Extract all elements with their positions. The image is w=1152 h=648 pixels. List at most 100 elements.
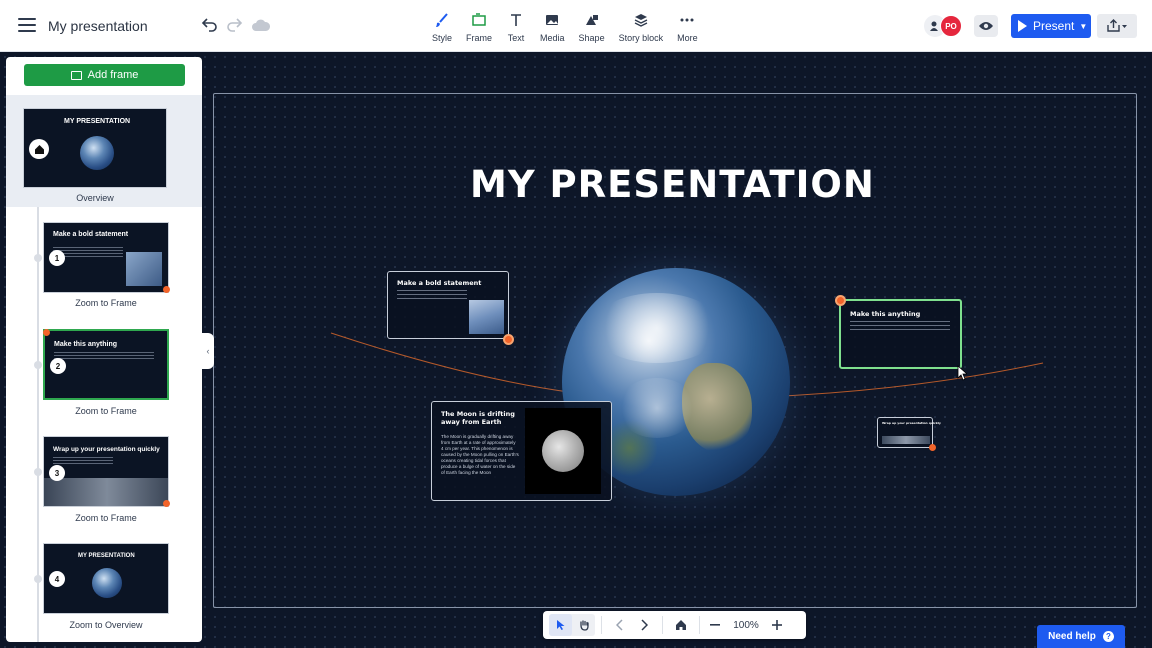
tool-style[interactable]: Style — [432, 10, 452, 43]
card-image — [469, 300, 504, 334]
help-label: Need help — [1048, 631, 1096, 642]
frame-card-moon[interactable]: The Moon is drifting away from Earth The… — [431, 401, 612, 501]
tool-label: Story block — [618, 33, 664, 43]
hand-pan-icon[interactable] — [572, 614, 595, 636]
eye-icon — [979, 22, 993, 30]
main-title[interactable]: MY PRESENTATION — [470, 163, 875, 206]
top-bar: My presentation Style Frame Text Media S… — [0, 0, 1152, 52]
card-title: The Moon is drifting away from Earth — [441, 410, 515, 426]
timeline-dot — [34, 254, 42, 262]
present-button[interactable]: Present ▼ — [1011, 14, 1091, 38]
add-frame-button[interactable]: Add frame — [24, 64, 185, 86]
card-body-text — [397, 290, 467, 300]
play-icon — [1018, 20, 1027, 32]
tool-story-block[interactable]: Story block — [618, 10, 664, 43]
tool-more[interactable]: More — [677, 10, 698, 43]
card-body-text: The Moon is gradually drifting away from… — [441, 434, 519, 475]
zoom-out-icon[interactable] — [706, 611, 724, 639]
overview-label: Overview — [76, 193, 114, 203]
insert-toolbar: Style Frame Text Media Shape Story block… — [432, 10, 712, 43]
overview-item[interactable]: MY PRESENTATION Overview — [6, 95, 202, 207]
zoom-level[interactable]: 100% — [724, 620, 768, 631]
frame-thumbnail-2[interactable]: Make this anything 2 — [43, 329, 169, 400]
frame-number: 1 — [49, 250, 65, 266]
tool-text[interactable]: Text — [506, 10, 526, 43]
home-icon — [29, 139, 49, 159]
thumb-title: MY PRESENTATION — [64, 118, 131, 125]
thumb-title: Make this anything — [54, 341, 118, 348]
text-icon — [506, 10, 526, 30]
next-frame-chevron-icon[interactable] — [632, 611, 656, 639]
thumb-title: Wrap up your presentation quickly — [53, 446, 160, 453]
tool-label: Style — [432, 33, 453, 43]
frame-action-label[interactable]: Zoom to Frame — [41, 298, 171, 308]
mouse-cursor-icon — [957, 365, 967, 381]
hamburger-menu-icon[interactable] — [18, 18, 36, 32]
navigation-toolbar: 100% — [543, 611, 806, 639]
more-icon — [677, 10, 697, 30]
timeline-dot — [34, 361, 42, 369]
tool-label: Shape — [578, 33, 605, 43]
tool-label: Frame — [466, 33, 493, 43]
share-button[interactable] — [1097, 14, 1137, 38]
share-icon — [1107, 19, 1127, 32]
moon-image — [525, 408, 601, 494]
present-label: Present — [1033, 19, 1075, 33]
card-title: Make a bold statement — [397, 279, 482, 287]
path-point[interactable] — [929, 444, 936, 451]
tool-label: Media — [540, 33, 565, 43]
undo-icon[interactable] — [199, 15, 219, 35]
cloud-saved-icon — [252, 19, 271, 31]
preview-button[interactable] — [974, 15, 998, 37]
overview-thumbnail[interactable]: MY PRESENTATION — [23, 108, 167, 188]
question-icon: ? — [1102, 631, 1114, 642]
thumb-title: Make a bold statement — [53, 231, 129, 238]
tool-shape[interactable]: Shape — [579, 10, 605, 43]
previous-frame-chevron-icon[interactable] — [608, 611, 632, 639]
tool-label: Text — [507, 33, 525, 43]
avatar: PO — [940, 15, 962, 37]
shape-icon — [582, 10, 602, 30]
select-cursor-icon[interactable] — [549, 614, 572, 636]
card-title: Make this anything — [850, 310, 921, 318]
card-image — [882, 436, 930, 444]
timeline-dot — [34, 575, 42, 583]
frame-number: 4 — [49, 571, 65, 587]
layers-icon — [631, 10, 651, 30]
frame-thumbnail-4[interactable]: MY PRESENTATION 4 — [43, 543, 169, 614]
frame-number: 3 — [49, 465, 65, 481]
timeline-dot — [34, 468, 42, 476]
redo-icon[interactable] — [225, 15, 245, 35]
chevron-down-icon: ▼ — [1079, 21, 1088, 31]
path-point[interactable] — [835, 295, 846, 306]
frame-card-make-anything[interactable]: Make this anything — [839, 299, 962, 369]
collaborators[interactable]: PO — [924, 15, 962, 37]
pointer-mode-toggle — [549, 614, 595, 636]
need-help-button[interactable]: Need help ? — [1037, 625, 1125, 648]
frame-card-bold-statement[interactable]: Make a bold statement — [387, 271, 509, 339]
add-frame-label: Add frame — [87, 69, 139, 81]
card-body-text — [850, 321, 950, 330]
home-icon[interactable] — [669, 611, 693, 639]
frame-action-label[interactable]: Zoom to Frame — [41, 513, 171, 523]
collapse-panel-chevron-icon[interactable]: ‹ — [202, 333, 214, 369]
brush-icon — [432, 10, 452, 30]
frame-action-label[interactable]: Zoom to Frame — [41, 406, 171, 416]
frame-card-wrap-up[interactable]: Wrap up your presentation quickly — [877, 417, 941, 448]
frame-thumbnail-3[interactable]: Wrap up your presentation quickly 3 — [43, 436, 169, 507]
frame-thumbnail-1[interactable]: Make a bold statement 1 — [43, 222, 169, 293]
frame-icon — [70, 70, 82, 80]
path-point[interactable] — [503, 334, 514, 345]
tool-frame[interactable]: Frame — [466, 10, 492, 43]
card-title: Wrap up your presentation quickly — [882, 421, 941, 425]
frame-action-label[interactable]: Zoom to Overview — [41, 620, 171, 630]
frames-panel: Add frame MY PRESENTATION Overview Make … — [6, 57, 202, 642]
presentation-title[interactable]: My presentation — [48, 18, 148, 34]
frame-icon — [469, 10, 489, 30]
image-icon — [542, 10, 562, 30]
tool-media[interactable]: Media — [540, 10, 565, 43]
zoom-in-icon[interactable] — [768, 611, 786, 639]
tool-label: More — [677, 33, 698, 43]
frame-number: 2 — [50, 358, 66, 374]
thumb-title: MY PRESENTATION — [78, 553, 135, 559]
